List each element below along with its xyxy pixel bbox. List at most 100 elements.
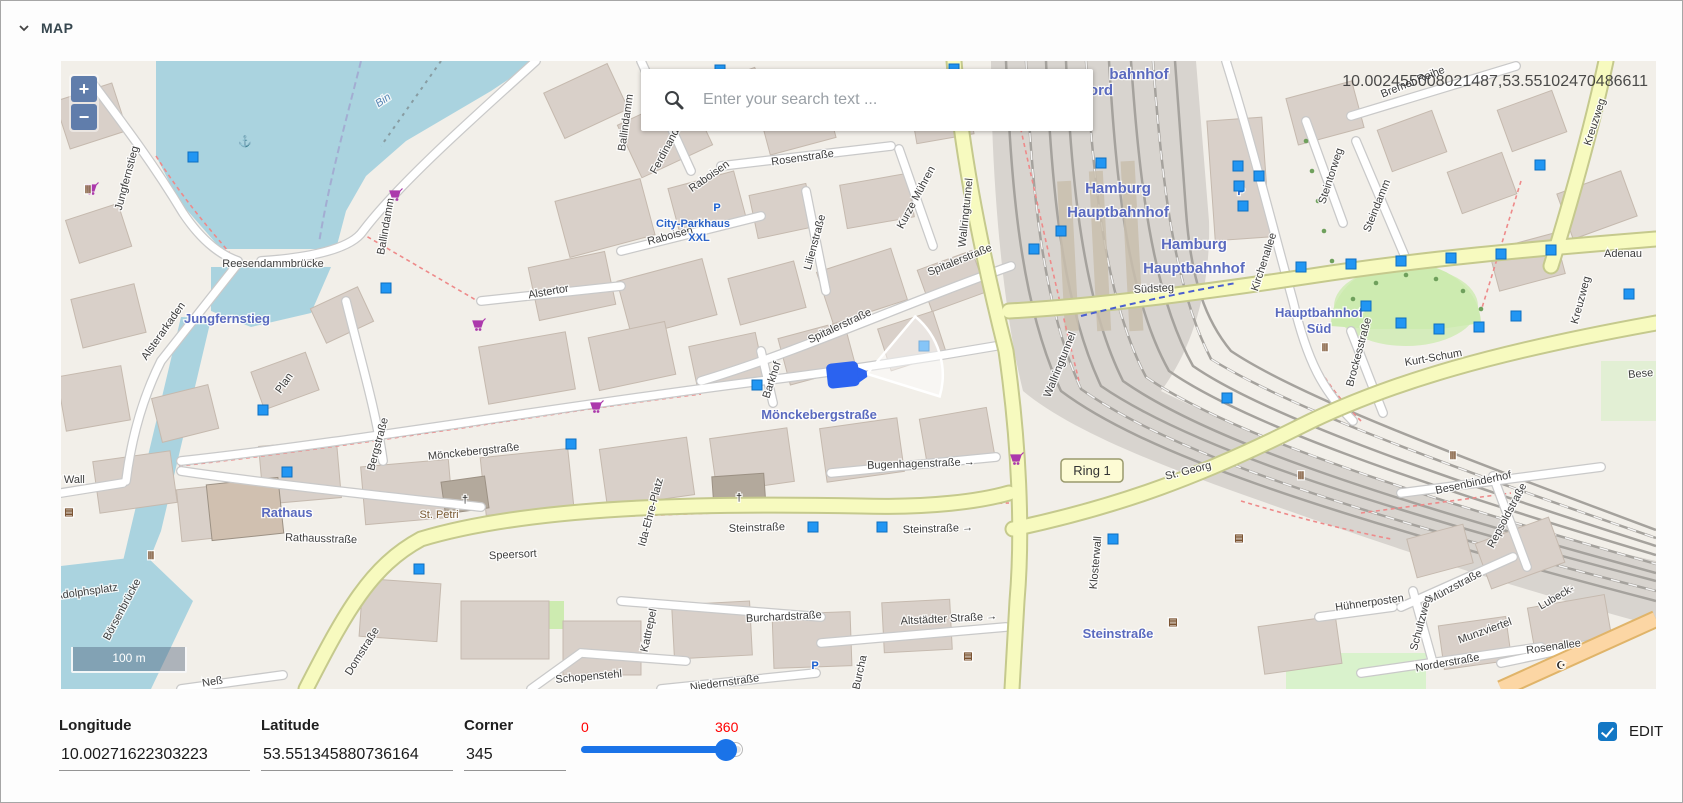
map-label: Reesendammbrücke	[222, 258, 324, 270]
zoom-controls: + −	[69, 74, 99, 132]
map-label: Ⅲ	[85, 185, 92, 196]
search-icon	[663, 89, 685, 111]
panel-title: MAP	[41, 20, 73, 36]
map-point-marker[interactable]	[1056, 226, 1066, 236]
map-label: ☪	[1556, 660, 1566, 672]
map-label: City-Parkhaus	[656, 218, 730, 230]
map-point-marker[interactable]	[877, 522, 887, 532]
map-label: Hauptbahnhof	[1143, 260, 1246, 277]
slider-max-label: 360	[715, 719, 738, 735]
zoom-out-button[interactable]: −	[71, 104, 97, 130]
map-point-marker[interactable]	[1254, 171, 1264, 181]
zoom-in-button[interactable]: +	[71, 76, 97, 102]
map-label: Hamburg	[1161, 236, 1227, 253]
latitude-label: Latitude	[261, 717, 453, 734]
slider-fill	[581, 746, 726, 753]
map-tiles: Ring 1 JungfernstiegJungfernstiegReesend…	[61, 61, 1656, 689]
map-point-marker[interactable]	[1624, 289, 1634, 299]
map-label: P	[713, 202, 720, 214]
map-point-marker[interactable]	[752, 380, 762, 390]
map-search-box	[641, 69, 1093, 131]
map-point-marker[interactable]	[1108, 534, 1118, 544]
map-point-marker[interactable]	[1434, 324, 1444, 334]
map-point-marker[interactable]	[1238, 201, 1248, 211]
map-point-marker[interactable]	[1546, 245, 1556, 255]
map-label: Rathaus	[261, 505, 312, 520]
map-label: †	[462, 494, 468, 506]
map-label: ⚓	[238, 135, 252, 148]
corner-field: Corner	[464, 717, 566, 771]
map-point-marker[interactable]	[1234, 181, 1244, 191]
map-label: Hauptbahnhof	[1067, 204, 1170, 221]
search-input[interactable]	[701, 90, 1093, 110]
map-label: Adenau	[1604, 248, 1642, 260]
map-label: Rathausstraße	[285, 532, 358, 547]
map-point-marker[interactable]	[1346, 259, 1356, 269]
map-point-marker[interactable]	[1296, 262, 1306, 272]
map-label: Ⅲ	[1322, 343, 1329, 354]
map-label: Hauptbahnhof	[1275, 305, 1364, 320]
map-label: Hamburg	[1085, 180, 1151, 197]
map-point-marker[interactable]	[1474, 322, 1484, 332]
map-canvas[interactable]: Ring 1 JungfernstiegJungfernstiegReesend…	[61, 61, 1656, 689]
map-label: Bese	[1628, 367, 1654, 381]
latitude-field: Latitude	[261, 717, 453, 771]
map-point-marker[interactable]	[1222, 393, 1232, 403]
map-point-marker[interactable]	[1535, 160, 1545, 170]
panel-header[interactable]: MAP	[15, 19, 73, 37]
map-point-marker[interactable]	[381, 283, 391, 293]
map-label: †	[736, 492, 742, 504]
scale-line: 100 m	[71, 647, 187, 673]
map-label: ▤	[1168, 617, 1177, 628]
map-point-marker[interactable]	[1396, 256, 1406, 266]
latitude-input[interactable]	[261, 740, 453, 771]
map-point-marker[interactable]	[1096, 158, 1106, 168]
cursor-coordinates: 10.002455008021487,53.55102470486611	[1342, 73, 1648, 91]
chevron-down-icon[interactable]	[15, 19, 33, 37]
map-label: bahnhof	[1109, 66, 1169, 83]
map-point-marker[interactable]	[1446, 253, 1456, 263]
corner-slider: 0 360	[579, 719, 759, 769]
map-point-marker[interactable]	[1361, 301, 1371, 311]
map-point-marker[interactable]	[282, 467, 292, 477]
map-label: ▤	[1234, 533, 1243, 544]
map-point-marker[interactable]	[258, 405, 268, 415]
map-label: Steinstraße	[1083, 626, 1154, 641]
map-label: P	[811, 660, 818, 672]
map-label: ▤	[64, 507, 73, 518]
longitude-field: Longitude	[59, 717, 250, 771]
edit-toggle: EDIT	[1598, 722, 1663, 741]
map-point-marker[interactable]	[566, 439, 576, 449]
corner-input[interactable]	[464, 740, 566, 771]
map-label: Jungfernstieg	[184, 311, 270, 326]
map-point-marker[interactable]	[1233, 161, 1243, 171]
map-point-marker[interactable]	[188, 152, 198, 162]
map-point-marker[interactable]	[1029, 244, 1039, 254]
longitude-input[interactable]	[59, 740, 250, 771]
map-label: Speersort	[489, 548, 537, 562]
slider-thumb[interactable]	[715, 739, 737, 761]
edit-label: EDIT	[1629, 723, 1663, 740]
map-label: Ⅲ	[1298, 471, 1305, 482]
longitude-label: Longitude	[59, 717, 250, 734]
camera-body	[826, 361, 860, 389]
edit-checkbox[interactable]	[1598, 722, 1617, 741]
map-label: Ⅲ	[1450, 451, 1457, 462]
corner-label: Corner	[464, 717, 566, 734]
map-label: St. Petri	[419, 509, 458, 521]
map-point-marker[interactable]	[1496, 249, 1506, 259]
ring1-badge: Ring 1	[1061, 459, 1123, 482]
map-panel: MAP	[0, 0, 1683, 803]
map-label: r Wall	[61, 474, 85, 486]
map-label: Ⅲ	[148, 551, 155, 562]
map-point-marker[interactable]	[1511, 311, 1521, 321]
map-point-marker[interactable]	[1396, 318, 1406, 328]
map-label: Steinstraße →	[903, 522, 974, 536]
slider-min-label: 0	[581, 719, 589, 735]
map-point-marker[interactable]	[414, 564, 424, 574]
map-point-marker[interactable]	[808, 522, 818, 532]
map-label: Steinstraße	[729, 521, 786, 535]
svg-text:Ring 1: Ring 1	[1073, 463, 1111, 478]
map-label: XXL	[688, 232, 710, 244]
map-label: Südsteg	[1133, 282, 1174, 296]
